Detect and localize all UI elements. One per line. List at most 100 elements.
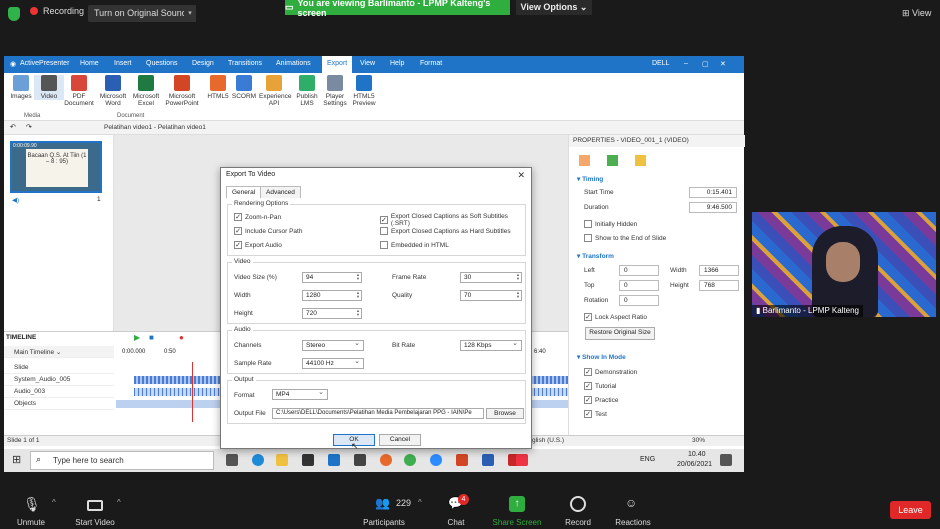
firefox-icon[interactable] xyxy=(380,454,392,466)
spinner-icon[interactable]: ▲ ▼ xyxy=(516,291,520,299)
output-file-input[interactable]: C:\Users\DELL\Documents\Pelatihan Media … xyxy=(272,408,484,419)
mode-practice-checkbox[interactable]: ✓ Practice xyxy=(584,396,618,404)
chevron-up-icon[interactable]: ^ xyxy=(418,498,422,507)
zoom-pan-checkbox[interactable]: ✓ Zoom-n-Pan xyxy=(234,213,281,221)
mode-demonstration-checkbox[interactable]: ✓ Demonstration xyxy=(584,368,637,376)
menu-insert[interactable]: Insert xyxy=(114,60,132,67)
share-screen-icon[interactable]: ↑ xyxy=(509,496,525,512)
player-settings-button[interactable]: Player Settings xyxy=(320,75,350,107)
menu-transitions[interactable]: Transitions xyxy=(228,60,262,67)
left-input[interactable]: 0 xyxy=(619,265,659,276)
menu-home[interactable]: Home xyxy=(80,60,99,67)
scorm-button[interactable]: SCORM xyxy=(229,75,259,100)
format-select[interactable]: MP4 xyxy=(272,388,328,400)
tab-general[interactable]: General xyxy=(226,186,262,198)
clock-time[interactable]: 10.40 xyxy=(688,451,706,458)
embedded-html-checkbox[interactable]: Embedded in HTML xyxy=(380,241,449,249)
images-button[interactable]: Images xyxy=(6,75,36,100)
redo-icon[interactable]: ↷ xyxy=(26,123,32,131)
task-view-icon[interactable] xyxy=(226,454,238,466)
menu-view[interactable]: View xyxy=(360,60,375,67)
chevron-up-icon[interactable]: ^ xyxy=(52,498,56,507)
mode-tutorial-checkbox[interactable]: ✓ Tutorial xyxy=(584,382,616,390)
spinner-icon[interactable]: ▲ ▼ xyxy=(356,291,360,299)
export-audio-checkbox[interactable]: ✓ Export Audio xyxy=(234,241,282,249)
powerpoint-button[interactable]: Microsoft PowerPoint xyxy=(164,75,200,107)
participants-icon[interactable]: 👥 xyxy=(375,496,391,512)
media-player-icon[interactable] xyxy=(354,454,366,466)
cancel-button[interactable]: Cancel xyxy=(379,434,421,446)
restore-size-button[interactable]: Restore Original Size xyxy=(585,327,655,340)
publish-lms-button[interactable]: Publish LMS xyxy=(292,75,322,107)
word-button[interactable]: Microsoft Word xyxy=(98,75,128,107)
chat-button[interactable]: Chat xyxy=(448,518,465,527)
transform-section[interactable]: ▾ Transform xyxy=(577,252,614,260)
mail-icon[interactable] xyxy=(328,454,340,466)
frame-rate-input[interactable]: 30 ▲ ▼ xyxy=(460,272,522,283)
video-size-input[interactable]: 94 ▲ ▼ xyxy=(302,272,362,283)
menu-export[interactable]: Export xyxy=(322,56,353,73)
video-height-input[interactable]: 720 ▲ ▼ xyxy=(302,308,362,319)
effects-tab-icon[interactable] xyxy=(635,155,646,166)
mode-test-checkbox[interactable]: ✓ Test xyxy=(584,410,607,418)
recording-indicator[interactable]: Recording xyxy=(30,6,84,16)
lock-aspect-checkbox[interactable]: ✓ Lock Aspect Ratio xyxy=(584,313,647,321)
document-tab[interactable]: Pelatihan video1 - Pelatihan video1 xyxy=(104,124,206,131)
excel-button[interactable]: Microsoft Excel xyxy=(131,75,161,107)
html5-preview-button[interactable]: HTML5 Preview xyxy=(349,75,379,107)
taskbar-search-input[interactable]: Type here to search xyxy=(30,451,214,470)
leave-button[interactable]: Leave xyxy=(890,501,931,519)
undo-icon[interactable]: ↶ xyxy=(10,123,16,131)
clock-date[interactable]: 20/06/2021 xyxy=(677,461,712,468)
close-icon[interactable]: ✕ xyxy=(517,170,525,181)
participants-button[interactable]: Participants xyxy=(363,518,405,527)
start-time-input[interactable]: 0:15.401 xyxy=(689,187,737,198)
view-options-button[interactable]: View Options ⌄ xyxy=(516,0,592,15)
menu-format[interactable]: Format xyxy=(420,60,442,67)
initially-hidden-checkbox[interactable]: Initially Hidden xyxy=(584,220,637,228)
play-icon[interactable]: ▶ xyxy=(134,333,140,342)
track-system-audio[interactable]: System_Audio_005 xyxy=(4,374,114,386)
channels-select[interactable]: Stereo xyxy=(302,339,364,351)
stop-icon[interactable]: ■ xyxy=(149,333,154,342)
timing-section[interactable]: ▾ Timing xyxy=(577,175,603,183)
xapi-button[interactable]: Experience API xyxy=(259,75,292,107)
reactions-icon[interactable]: ☺ xyxy=(625,496,641,512)
minimize-icon[interactable]: – xyxy=(684,60,688,67)
zoom-icon[interactable] xyxy=(430,454,442,466)
record-icon[interactable] xyxy=(570,496,586,512)
show-in-mode-section[interactable]: ▾ Show In Mode xyxy=(577,353,626,361)
notifications-icon[interactable] xyxy=(720,454,732,466)
view-button[interactable]: ⊞ View xyxy=(902,8,931,19)
track-slide[interactable]: Slide xyxy=(4,362,114,374)
chevron-up-icon[interactable]: ^ xyxy=(117,498,121,507)
record-button[interactable]: Record xyxy=(565,518,591,527)
spinner-icon[interactable]: ▲ ▼ xyxy=(356,273,360,281)
height-input[interactable]: 768 xyxy=(699,280,739,291)
menu-help[interactable]: Help xyxy=(390,60,404,67)
original-sound-button[interactable]: Turn on Original Sound xyxy=(88,5,193,22)
rotation-input[interactable]: 0 xyxy=(619,295,659,306)
spinner-icon[interactable]: ▲ ▼ xyxy=(516,273,520,281)
unmute-button[interactable]: Unmute xyxy=(17,518,45,527)
maximize-icon[interactable]: ▢ xyxy=(702,60,709,68)
menu-design[interactable]: Design xyxy=(192,60,214,67)
media-tab-icon[interactable] xyxy=(607,155,618,166)
show-to-end-checkbox[interactable]: Show to the End of Slide xyxy=(584,234,666,242)
store-icon[interactable] xyxy=(302,454,314,466)
playhead-marker[interactable] xyxy=(192,362,193,422)
chrome-icon[interactable] xyxy=(404,454,416,466)
activepresenter-taskbar-icon[interactable] xyxy=(516,454,528,466)
word-taskbar-icon[interactable] xyxy=(482,454,494,466)
track-audio[interactable]: Audio_003 xyxy=(4,386,114,398)
duration-input[interactable]: 9:46.500 xyxy=(689,202,737,213)
browse-button[interactable]: Browse xyxy=(486,408,524,419)
width-input[interactable]: 1366 xyxy=(699,265,739,276)
quality-input[interactable]: 70 ▲ ▼ xyxy=(460,290,522,301)
share-screen-button[interactable]: Share Screen xyxy=(493,518,542,527)
security-shield-icon[interactable] xyxy=(8,7,20,21)
pdf-document-button[interactable]: PDF Document xyxy=(64,75,94,107)
video-off-icon[interactable] xyxy=(87,500,103,511)
top-input[interactable]: 0 xyxy=(619,280,659,291)
start-video-button[interactable]: Start Video xyxy=(75,518,114,527)
